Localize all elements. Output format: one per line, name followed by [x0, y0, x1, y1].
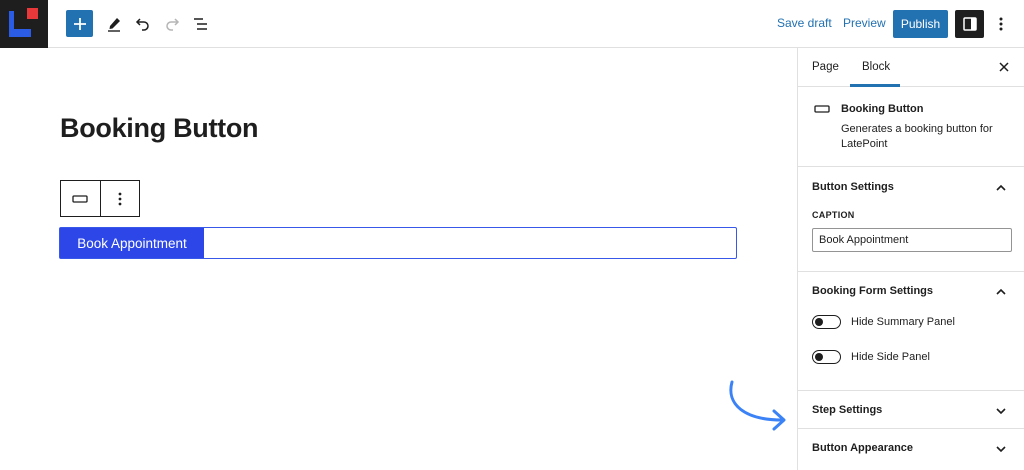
toggle-switch[interactable]: [812, 315, 841, 329]
book-appointment-button[interactable]: Book Appointment: [60, 228, 204, 258]
settings-sidebar: Page Block Booking Button Generates a bo…: [797, 48, 1024, 470]
hide-summary-panel-toggle[interactable]: Hide Summary Panel: [812, 314, 955, 330]
block-card: Booking Button Generates a booking butto…: [798, 87, 1024, 167]
editor-canvas: Booking Button Book Appointment: [0, 48, 797, 470]
more-vertical-icon: [999, 17, 1003, 31]
caption-input[interactable]: [812, 228, 1012, 252]
panel-title: Step Settings: [812, 404, 883, 416]
list-view-icon: [194, 18, 207, 30]
block-type-button[interactable]: [61, 181, 100, 216]
options-menu-button[interactable]: [990, 12, 1012, 36]
button-block-icon: [72, 194, 88, 203]
sidebar-panel-icon: [962, 17, 977, 31]
step-settings-panel-toggle[interactable]: Step Settings: [798, 391, 1024, 429]
block-toolbar: [60, 180, 140, 217]
redo-button[interactable]: [158, 10, 186, 38]
add-block-button[interactable]: [66, 10, 93, 37]
page-title[interactable]: Booking Button: [60, 113, 259, 144]
publish-button[interactable]: Publish: [893, 10, 948, 38]
plus-icon: [73, 17, 86, 30]
panel-title: Button Appearance: [812, 442, 914, 454]
button-appearance-panel-toggle[interactable]: Button Appearance: [798, 429, 1024, 467]
chevron-down-icon: [996, 446, 1006, 453]
block-options-button[interactable]: [99, 181, 140, 216]
curved-arrow-icon: [729, 380, 786, 431]
button-block-icon: [814, 105, 830, 113]
settings-toggle-button[interactable]: [955, 10, 984, 38]
block-card-title: Booking Button: [841, 103, 924, 115]
panel-title: Button Settings: [812, 181, 894, 193]
hide-side-panel-toggle[interactable]: Hide Side Panel: [812, 349, 930, 365]
save-draft-button[interactable]: Save draft: [777, 16, 832, 30]
preview-button[interactable]: Preview: [843, 16, 886, 30]
button-settings-panel-toggle[interactable]: Button Settings: [798, 168, 1024, 206]
booking-button-block[interactable]: Book Appointment: [59, 227, 737, 259]
pencil-icon: [108, 18, 120, 32]
tab-page[interactable]: Page: [812, 61, 839, 73]
booking-form-settings-panel-toggle[interactable]: Booking Form Settings: [798, 272, 1024, 310]
close-icon: [999, 62, 1009, 72]
close-settings-button[interactable]: [994, 57, 1014, 77]
toggle-label: Hide Side Panel: [851, 351, 930, 363]
toggle-label: Hide Summary Panel: [851, 316, 955, 328]
document-overview-button[interactable]: [187, 10, 215, 38]
chevron-up-icon: [996, 288, 1006, 295]
site-logo[interactable]: [0, 0, 48, 48]
toggle-switch[interactable]: [812, 350, 841, 364]
redo-icon: [166, 18, 180, 31]
more-vertical-icon: [118, 192, 122, 205]
tab-block[interactable]: Block: [862, 61, 890, 73]
chevron-up-icon: [996, 184, 1006, 191]
editor-top-toolbar: Save draft Preview Publish: [0, 0, 1024, 48]
sidebar-tabs: Page Block: [798, 48, 1024, 87]
panel-title: Booking Form Settings: [812, 285, 933, 297]
tools-button[interactable]: [100, 10, 128, 38]
undo-button[interactable]: [129, 10, 157, 38]
block-card-description: Generates a booking button for LatePoint: [841, 123, 993, 150]
caption-label: CAPTION: [812, 210, 855, 220]
undo-icon: [135, 18, 149, 31]
chevron-down-icon: [996, 408, 1006, 415]
